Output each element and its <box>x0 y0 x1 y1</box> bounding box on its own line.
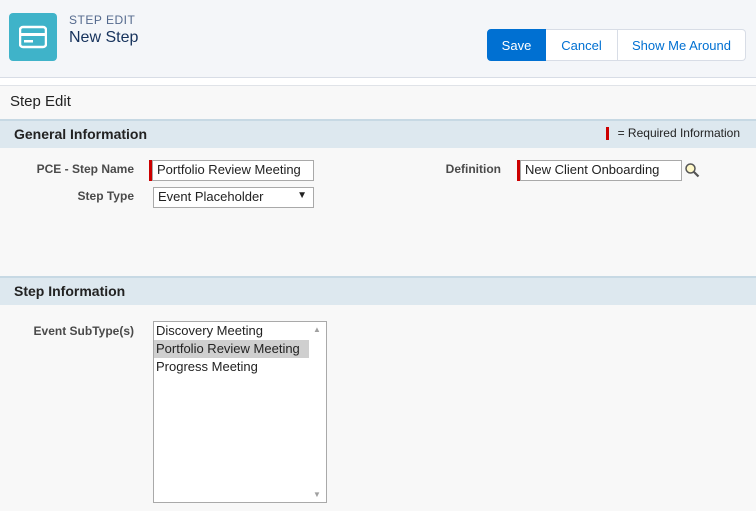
page-title: New Step <box>69 29 139 46</box>
list-item[interactable]: Discovery Meeting <box>154 322 309 340</box>
general-information-header: General Information = Required Informati… <box>0 119 756 148</box>
event-subtypes-label: Event SubType(s) <box>33 324 134 338</box>
listbox-scrollbar[interactable]: ▲ ▼ <box>309 322 326 502</box>
step-edit-panel: Step Edit General Information = Required… <box>0 85 756 511</box>
step-name-input[interactable]: Portfolio Review Meeting <box>152 160 314 181</box>
step-type-label: Step Type <box>77 189 134 203</box>
save-button[interactable]: Save <box>487 29 546 61</box>
step-card-icon <box>9 13 57 61</box>
section-title: General Information <box>14 126 148 142</box>
section-title: Step Information <box>14 283 126 299</box>
list-item-selected[interactable]: Portfolio Review Meeting <box>154 340 309 358</box>
show-me-around-button[interactable]: Show Me Around <box>618 29 746 61</box>
definition-label: Definition <box>445 162 501 176</box>
required-legend-text: = Required Information <box>617 126 740 140</box>
required-legend: = Required Information <box>605 126 740 140</box>
header-eyebrow: STEP EDIT <box>69 13 136 27</box>
step-name-label: PCE - Step Name <box>36 162 134 176</box>
step-information-header: Step Information <box>0 276 756 305</box>
dropdown-arrow-icon: ▼ <box>297 190 307 201</box>
lookup-magnifier-icon[interactable] <box>684 162 700 178</box>
scroll-down-icon[interactable]: ▼ <box>313 490 321 499</box>
definition-input[interactable]: New Client Onboarding <box>520 160 682 181</box>
step-type-select[interactable]: Event Placeholder ▼ <box>153 187 314 208</box>
header-button-group: Save Cancel Show Me Around <box>487 29 746 61</box>
required-marker-icon <box>605 126 609 140</box>
panel-title: Step Edit <box>10 93 71 110</box>
page-header: STEP EDIT New Step Save Cancel Show Me A… <box>0 0 756 78</box>
step-type-value: Event Placeholder <box>158 189 264 204</box>
event-subtypes-listbox[interactable]: Discovery Meeting Portfolio Review Meeti… <box>153 321 327 503</box>
list-item[interactable]: Progress Meeting <box>154 358 309 376</box>
cancel-button[interactable]: Cancel <box>546 29 618 61</box>
scroll-up-icon[interactable]: ▲ <box>313 325 321 334</box>
